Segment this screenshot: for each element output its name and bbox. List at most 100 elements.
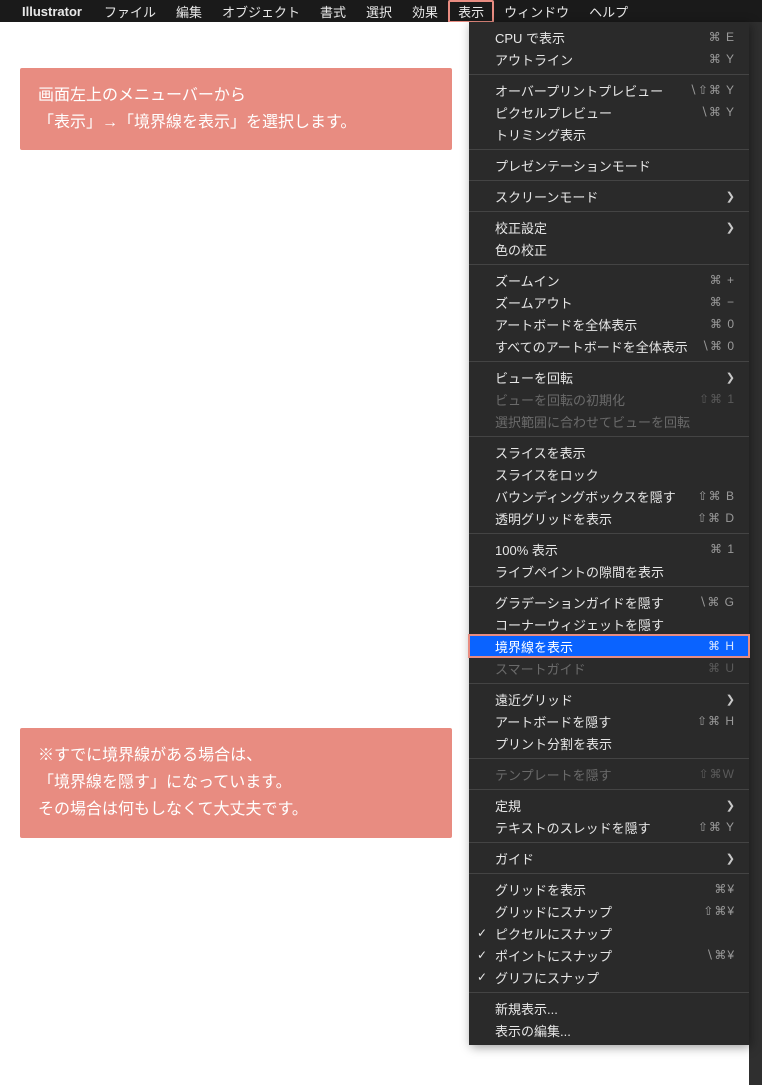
check-icon: ✓	[477, 970, 487, 984]
menu-shortcut: ∖⌘ Y	[700, 105, 735, 119]
menu-item[interactable]: グラデーションガイドを隠す∖⌘ G	[469, 591, 749, 613]
menu-shortcut: ⌘ +	[710, 273, 735, 287]
menu-item[interactable]: 定規 ❯	[469, 794, 749, 816]
menu-shortcut: ∖⌘ 0	[701, 339, 735, 353]
menu-item-ウィンドウ[interactable]: ウィンドウ	[494, 0, 579, 23]
menu-item-label: 境界線を表示	[495, 637, 708, 656]
menu-item[interactable]: テキストのスレッドを隠す⇧⌘ Y	[469, 816, 749, 838]
chevron-right-icon: ❯	[726, 693, 735, 706]
menu-item[interactable]: ピクセルプレビュー∖⌘ Y	[469, 101, 749, 123]
menu-item-ヘルプ[interactable]: ヘルプ	[579, 0, 638, 23]
menu-item[interactable]: CPU で表示⌘ E	[469, 26, 749, 48]
check-icon: ✓	[477, 948, 487, 962]
right-panel-strip	[749, 22, 762, 1085]
annotation-text: 「表示」→「境界線を表示」を選択します。	[38, 109, 434, 136]
menu-item-label: CPU で表示	[495, 28, 709, 47]
menu-item-オブジェクト[interactable]: オブジェクト	[212, 0, 310, 23]
menu-item[interactable]: グリッドにスナップ⇧⌘¥	[469, 900, 749, 922]
menu-item[interactable]: ライブペイントの隙間を表示	[469, 560, 749, 582]
menu-item[interactable]: スクリーンモード❯	[469, 185, 749, 207]
menu-item-選択[interactable]: 選択	[356, 0, 402, 23]
menu-item-label: ポイントにスナップ	[495, 946, 706, 965]
menu-item-label: アートボードを全体表示	[495, 315, 710, 334]
menu-item[interactable]: トリミング表示	[469, 123, 749, 145]
menu-item[interactable]: コーナーウィジェットを隠す	[469, 613, 749, 635]
menu-item-label: 色の校正	[495, 240, 735, 259]
menu-item[interactable]: オーバープリントプレビュー∖⇧⌘ Y	[469, 79, 749, 101]
menu-item[interactable]: 100% 表示⌘ 1	[469, 538, 749, 560]
menu-item[interactable]: スライスを表示	[469, 441, 749, 463]
menu-separator	[469, 149, 749, 150]
menu-shortcut: ∖⇧⌘ Y	[689, 83, 735, 97]
menu-item-label: プレゼンテーションモード	[495, 156, 735, 175]
menu-shortcut: ⇧⌘¥	[703, 904, 735, 918]
menu-item[interactable]: スライスをロック	[469, 463, 749, 485]
menu-item[interactable]: アートボードを全体表示⌘ 0	[469, 313, 749, 335]
menu-shortcut: ⌘ U	[708, 661, 735, 675]
menu-item[interactable]: 校正設定 ❯	[469, 216, 749, 238]
menu-shortcut: ⇧⌘ H	[697, 714, 735, 728]
menu-item[interactable]: ✓ピクセルにスナップ	[469, 922, 749, 944]
menu-item[interactable]: プリント分割を表示	[469, 732, 749, 754]
menu-item[interactable]: プレゼンテーションモード	[469, 154, 749, 176]
menu-item[interactable]: ズームイン⌘ +	[469, 269, 749, 291]
menu-item-編集[interactable]: 編集	[166, 0, 212, 23]
chevron-right-icon: ❯	[726, 221, 735, 234]
menu-separator	[469, 873, 749, 874]
annotation-note: ※すでに境界線がある場合は、 「境界線を隠す」になっています。 その場合は何もし…	[20, 728, 452, 838]
menu-item[interactable]: すべてのアートボードを全体表示∖⌘ 0	[469, 335, 749, 357]
menu-item-label: 定規	[495, 796, 720, 815]
menu-item[interactable]: ズームアウト⌘ −	[469, 291, 749, 313]
menu-item-効果[interactable]: 効果	[402, 0, 448, 23]
menu-item-書式[interactable]: 書式	[310, 0, 356, 23]
menu-item[interactable]: 新規表示...	[469, 997, 749, 1019]
chevron-right-icon: ❯	[726, 799, 735, 812]
menu-item[interactable]: バウンディングボックスを隠す⇧⌘ B	[469, 485, 749, 507]
menu-item-label: スマートガイド	[495, 659, 708, 678]
menu-item[interactable]: アウトライン⌘ Y	[469, 48, 749, 70]
menu-item[interactable]: ✓ポイントにスナップ∖⌘¥	[469, 944, 749, 966]
menu-separator	[469, 436, 749, 437]
menu-item[interactable]: 透明グリッドを表示⇧⌘ D	[469, 507, 749, 529]
menu-item-label: 表示の編集...	[495, 1021, 735, 1040]
menu-item-label: スクリーンモード	[495, 187, 720, 206]
menu-item-label: バウンディングボックスを隠す	[495, 487, 698, 506]
menu-item-label: スライスをロック	[495, 465, 735, 484]
menu-separator	[469, 683, 749, 684]
menu-item[interactable]: アートボードを隠す⇧⌘ H	[469, 710, 749, 732]
menu-separator	[469, 533, 749, 534]
menu-shortcut: ⇧⌘ D	[697, 511, 735, 525]
menu-item[interactable]: 表示の編集...	[469, 1019, 749, 1041]
menu-item[interactable]: ガイド❯	[469, 847, 749, 869]
menu-item[interactable]: 遠近グリッド❯	[469, 688, 749, 710]
menu-item: テンプレートを隠す⇧⌘W	[469, 763, 749, 785]
annotation-text: 「境界線を隠す」になっています。	[38, 769, 434, 796]
chevron-right-icon: ❯	[726, 852, 735, 865]
menu-item[interactable]: グリッドを表示⌘¥	[469, 878, 749, 900]
menu-item-表示[interactable]: 表示	[448, 0, 494, 23]
menu-separator	[469, 211, 749, 212]
menu-item-label: 新規表示...	[495, 999, 735, 1018]
app-name[interactable]: Illustrator	[22, 4, 82, 19]
menu-shortcut: ⇧⌘ 1	[699, 392, 735, 406]
menu-item-label: ライブペイントの隙間を表示	[495, 562, 735, 581]
menu-item-label: グリッドにスナップ	[495, 902, 703, 921]
canvas-area	[0, 22, 469, 1085]
menu-item[interactable]: ✓グリフにスナップ	[469, 966, 749, 988]
menu-item-label: ズームイン	[495, 271, 710, 290]
menu-item-label: テンプレートを隠す	[495, 765, 699, 784]
menu-item[interactable]: ビューを回転❯	[469, 366, 749, 388]
menu-shortcut: ⇧⌘W	[699, 767, 735, 781]
menu-item[interactable]: 境界線を表示⌘ H	[469, 635, 749, 657]
menu-item-ファイル[interactable]: ファイル	[94, 0, 166, 23]
menu-item: ビューを回転の初期化⇧⌘ 1	[469, 388, 749, 410]
menu-shortcut: ⇧⌘ B	[698, 489, 735, 503]
menu-item[interactable]: 色の校正	[469, 238, 749, 260]
menu-shortcut: ⌘ Y	[709, 52, 735, 66]
menu-separator	[469, 842, 749, 843]
menu-item-label: プリント分割を表示	[495, 734, 735, 753]
menu-item-label: 100% 表示	[495, 540, 710, 559]
menu-separator	[469, 992, 749, 993]
menu-item-label: 校正設定	[495, 218, 720, 237]
menu-separator	[469, 789, 749, 790]
